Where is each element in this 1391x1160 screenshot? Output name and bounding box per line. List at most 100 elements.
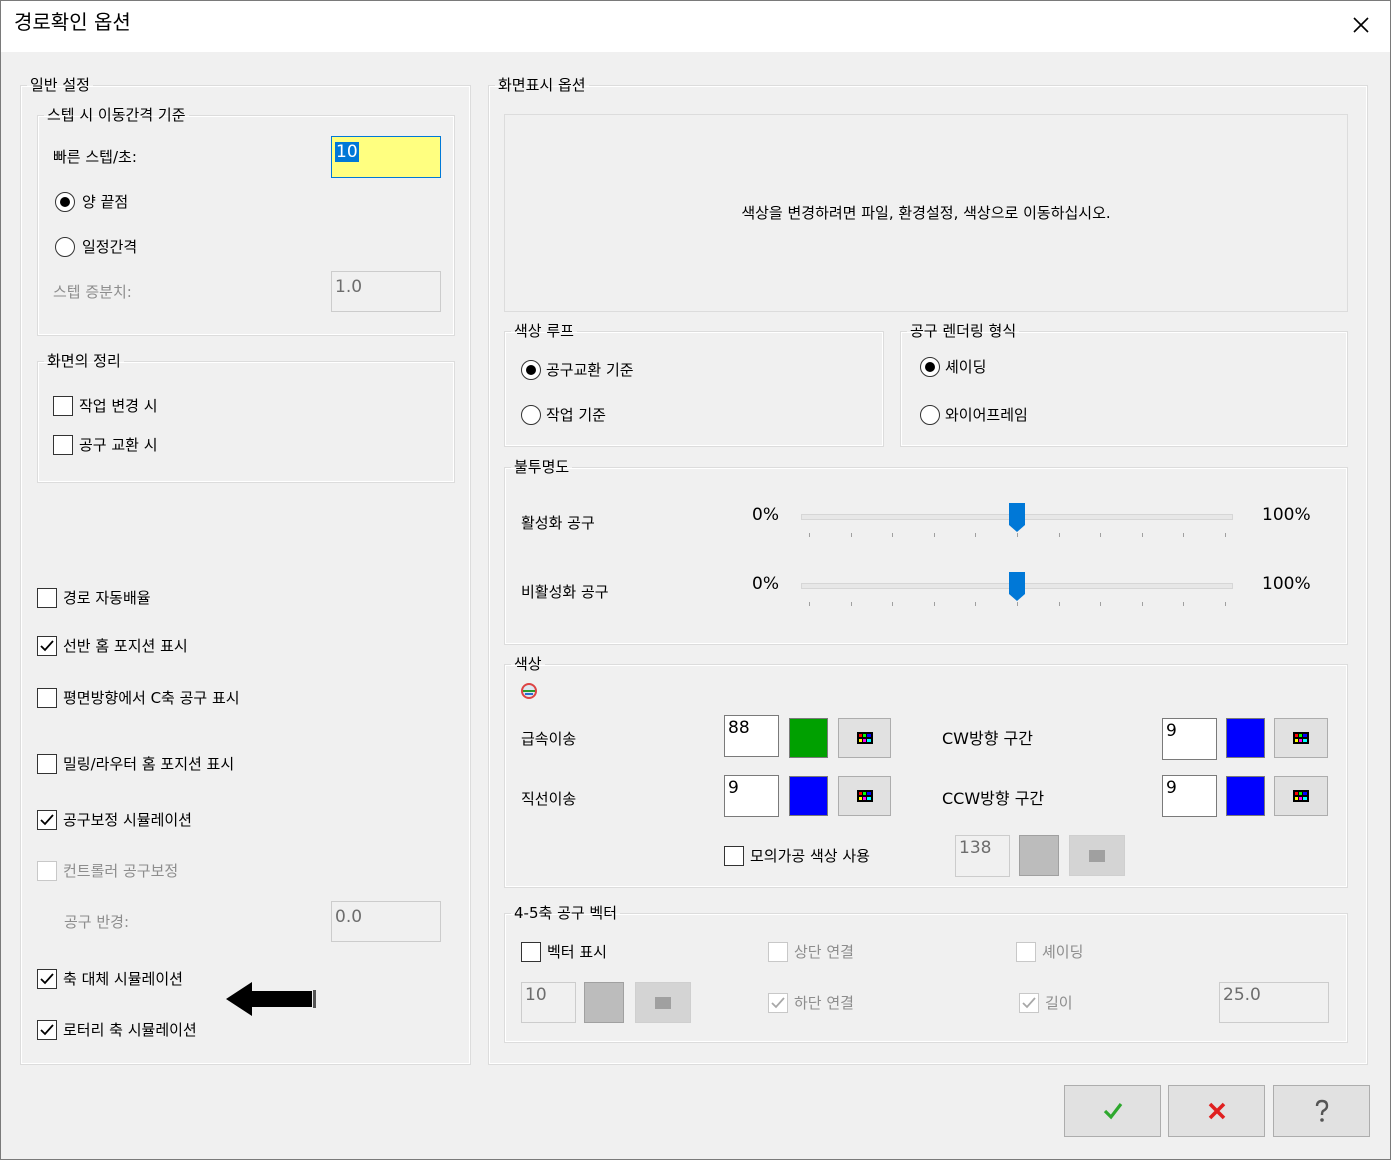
show-vector-checkbox[interactable] xyxy=(521,942,541,962)
check-mark-icon xyxy=(40,814,54,826)
vector-length-input[interactable]: 25.0 xyxy=(1219,982,1329,1023)
linear-color-input[interactable]: 9 xyxy=(724,775,779,817)
on-job-change-checkbox[interactable] xyxy=(53,396,73,416)
rapid-palette-button[interactable] xyxy=(838,718,891,758)
help-button[interactable] xyxy=(1273,1085,1370,1137)
cw-color-swatch xyxy=(1226,718,1265,758)
radio-by-job[interactable] xyxy=(521,405,541,425)
rapid-label: 급속이송 xyxy=(521,730,577,748)
palette-icon xyxy=(856,732,873,744)
radio-by-tool-change[interactable] xyxy=(521,360,541,380)
opacity-group: 불투명도 xyxy=(504,458,1348,645)
radio-by-job-label: 작업 기준 xyxy=(546,406,606,424)
c-axis-tool-label: 평면방향에서 C축 공구 표시 xyxy=(63,689,240,707)
controller-comp-checkbox[interactable] xyxy=(37,861,57,881)
radio-dot xyxy=(526,365,536,375)
slider-ticks xyxy=(801,533,1233,537)
palette-icon xyxy=(1293,790,1309,802)
controller-comp-label: 컨트롤러 공구보정 xyxy=(63,862,179,880)
radio-constant-interval[interactable] xyxy=(55,237,75,257)
length-checkbox[interactable] xyxy=(1019,993,1039,1013)
tool-radius-input[interactable]: 0.0 xyxy=(331,901,441,942)
bottom-connect-checkbox[interactable] xyxy=(768,993,788,1013)
ccw-label: CCW방향 구간 xyxy=(942,789,1045,808)
comp-sim-label: 공구보정 시뮬레이션 xyxy=(63,811,192,829)
step-increment-input[interactable]: 1.0 xyxy=(331,271,441,312)
radio-both-ends-label: 양 끝점 xyxy=(82,193,129,211)
close-icon xyxy=(1353,17,1369,33)
slider-tick xyxy=(1017,602,1018,606)
sim-color-input[interactable]: 138 xyxy=(955,835,1010,877)
fast-step-value: 10 xyxy=(335,142,359,162)
sim-palette-button[interactable] xyxy=(1069,835,1125,876)
mill-home-checkbox[interactable] xyxy=(37,754,57,774)
ccw-color-input[interactable]: 9 xyxy=(1162,775,1217,817)
cancel-button[interactable] xyxy=(1168,1085,1265,1137)
top-connect-checkbox[interactable] xyxy=(768,942,788,962)
check-mark-icon xyxy=(1022,997,1036,1009)
radio-dot xyxy=(925,362,935,372)
palette-icon xyxy=(1293,732,1309,744)
inactive-tool-opacity-slider[interactable] xyxy=(801,569,1233,611)
comp-sim-checkbox[interactable] xyxy=(37,810,57,830)
slider-tick xyxy=(1100,533,1102,537)
color-loop-group: 색상 루프 xyxy=(504,322,884,447)
radio-shading[interactable] xyxy=(920,357,940,377)
slider-tick xyxy=(892,533,894,537)
show-vector-label: 벡터 표시 xyxy=(547,943,607,961)
slider-tick xyxy=(1100,602,1102,606)
close-button[interactable] xyxy=(1344,8,1378,42)
slider-ticks xyxy=(801,602,1233,606)
slider-tick xyxy=(1183,533,1185,537)
colors-legend: 색상 xyxy=(514,655,542,673)
slider-tick xyxy=(933,533,935,537)
inactive-tool-label: 비활성화 공구 xyxy=(521,583,609,601)
ccw-palette-button[interactable] xyxy=(1274,776,1328,816)
radio-both-ends[interactable] xyxy=(55,192,75,212)
rapid-color-input[interactable]: 88 xyxy=(724,715,779,757)
opacity-legend: 불투명도 xyxy=(514,458,570,476)
slider-tick xyxy=(975,533,977,537)
slider-thumb[interactable] xyxy=(1009,503,1025,533)
axis-sub-sim-checkbox[interactable] xyxy=(37,969,57,989)
color-reset-icon[interactable] xyxy=(520,682,538,704)
linear-palette-button[interactable] xyxy=(838,776,891,816)
slider-tick xyxy=(1058,602,1060,606)
active-min-label: 0% xyxy=(752,505,779,525)
slider-thumb[interactable] xyxy=(1009,572,1025,602)
rotary-sim-checkbox[interactable] xyxy=(37,1020,57,1040)
radio-wireframe[interactable] xyxy=(920,405,940,425)
length-label: 길이 xyxy=(1045,994,1073,1012)
radio-wireframe-label: 와이어프레임 xyxy=(945,406,1028,424)
c-axis-tool-checkbox[interactable] xyxy=(37,688,57,708)
color-hint-panel: 색상을 변경하려면 파일, 환경설정, 색상으로 이동하십시오. xyxy=(504,114,1348,312)
linear-color-swatch xyxy=(789,776,828,816)
check-mark-icon xyxy=(40,640,54,652)
rapid-color-swatch xyxy=(789,718,828,758)
slider-tick xyxy=(1141,602,1143,606)
vector-palette-button[interactable] xyxy=(635,982,691,1023)
cw-label: CW방향 구간 xyxy=(942,729,1033,748)
lathe-home-checkbox[interactable] xyxy=(37,636,57,656)
active-tool-opacity-slider[interactable] xyxy=(801,500,1233,542)
color-loop-legend: 색상 루프 xyxy=(514,322,574,340)
radio-shading-label: 셰이딩 xyxy=(945,358,987,376)
lathe-home-label: 선반 홈 포지션 표시 xyxy=(63,637,188,655)
on-tool-change-checkbox[interactable] xyxy=(53,435,73,455)
vector-color-input[interactable]: 10 xyxy=(521,982,576,1023)
fast-step-label: 빠른 스텝/초: xyxy=(53,148,137,166)
fast-step-input[interactable]: 10 xyxy=(331,136,441,178)
on-tool-change-label: 공구 교환 시 xyxy=(79,436,158,454)
active-max-label: 100% xyxy=(1262,505,1311,525)
ok-button[interactable] xyxy=(1064,1085,1161,1137)
bottom-connect-label: 하단 연결 xyxy=(794,994,854,1012)
slider-tick xyxy=(850,533,852,537)
vector-shading-checkbox[interactable] xyxy=(1016,942,1036,962)
cw-color-input[interactable]: 9 xyxy=(1162,718,1217,760)
use-sim-color-checkbox[interactable] xyxy=(724,846,744,866)
tool-render-legend: 공구 렌더링 형식 xyxy=(910,322,1017,340)
cw-palette-button[interactable] xyxy=(1274,718,1328,758)
use-sim-color-label: 모의가공 색상 사용 xyxy=(750,847,870,865)
check-mark-icon xyxy=(771,997,785,1009)
auto-zoom-checkbox[interactable] xyxy=(37,588,57,608)
